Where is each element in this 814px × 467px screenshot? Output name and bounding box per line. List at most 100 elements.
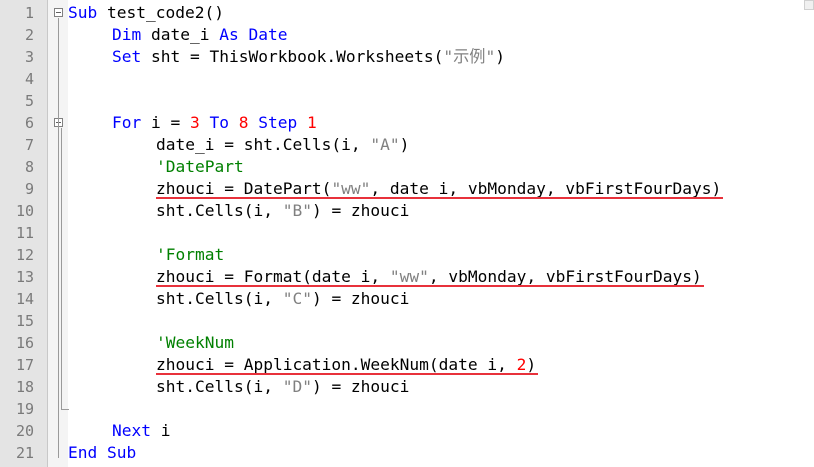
code-token-comment: 'WeekNum (156, 333, 234, 352)
code-token-plain: , date_i, vbMonday, vbFirstFourDays) (370, 179, 722, 198)
code-line[interactable]: 14 sht.Cells(i, "C") = zhouci (0, 288, 814, 310)
code-token-number: 1 (306, 113, 317, 132)
line-number: 8 (24, 158, 34, 176)
code-line[interactable]: 7 date_i = sht.Cells(i, "A") (0, 134, 814, 156)
code-token-keyword: Date (248, 25, 288, 44)
line-number: 16 (15, 334, 34, 352)
code-token-keyword: Step (258, 113, 298, 132)
line-number: 5 (24, 92, 34, 110)
code-token-keyword: Sub (107, 443, 137, 462)
code-text: sht.Cells(i, "D") = zhouci (156, 376, 409, 398)
code-text: Next i (112, 420, 170, 442)
code-text: Set sht = ThisWorkbook.Worksheets("示例") (112, 46, 505, 68)
code-token-plain: i (150, 421, 171, 440)
code-token-string: "A" (370, 135, 400, 154)
line-number: 1 (24, 4, 34, 22)
code-token-plain: zhouci = DatePart( (156, 179, 332, 198)
fold-collapse-icon[interactable] (54, 8, 63, 17)
code-token-string: "B" (282, 201, 312, 220)
code-line[interactable]: 4 (0, 68, 814, 90)
red-underline-annotation (156, 285, 704, 287)
code-token-plain: ) = zhouci (311, 377, 410, 396)
code-token-number: 2 (516, 355, 527, 374)
code-text: 'DatePart (156, 156, 244, 178)
line-number: 6 (24, 114, 34, 132)
line-number: 18 (15, 378, 34, 396)
code-token-number: 3 (189, 113, 200, 132)
code-line[interactable]: 15 (0, 310, 814, 332)
code-token-plain: sht.Cells(i, (156, 377, 283, 396)
code-token-keyword: Next (112, 421, 151, 440)
red-underline-annotation (156, 197, 723, 199)
outer-fold-guide-line (58, 18, 59, 458)
line-number: 20 (15, 422, 34, 440)
code-text: Sub test_code2() (68, 2, 224, 24)
line-number: 7 (24, 136, 34, 154)
code-line[interactable]: 21 End Sub (0, 442, 814, 464)
code-token-keyword: Set (112, 47, 142, 66)
line-number: 9 (24, 180, 34, 198)
code-editor[interactable]: 1 Sub test_code2() 2 Dim date_i As Date 3 Set… (0, 0, 814, 467)
line-number: 14 (15, 290, 34, 308)
code-token-plain: ) (399, 135, 410, 154)
code-line[interactable]: 13 zhouci = Format(date_i, "ww", vbMonday… (0, 266, 814, 288)
scrollbar-corner[interactable] (804, 0, 814, 10)
fold-end-marker (61, 398, 69, 410)
code-line[interactable]: 10 sht.Cells(i, "B") = zhouci (0, 200, 814, 222)
code-text: For i = 3 To 8 Step 1 (112, 112, 317, 134)
line-number: 11 (15, 224, 34, 242)
code-token-plain: ) = zhouci (311, 289, 410, 308)
line-number: 17 (15, 356, 34, 374)
code-token-plain: zhouci = Application.WeekNum(date_i, (156, 355, 517, 374)
code-token-keyword: To (209, 113, 229, 132)
code-line[interactable]: 3 Set sht = ThisWorkbook.Worksheets("示例") (0, 46, 814, 68)
code-text: sht.Cells(i, "C") = zhouci (156, 288, 409, 310)
code-token-plain: sht.Cells(i, (156, 201, 283, 220)
code-line[interactable]: 6 For i = 3 To 8 Step 1 (0, 112, 814, 134)
code-token-comment: 'Format (156, 245, 225, 264)
code-line[interactable]: 11 (0, 222, 814, 244)
code-line[interactable]: 16 'WeekNum (0, 332, 814, 354)
code-token-plain: date_i (141, 25, 220, 44)
code-token-string: "ww" (331, 179, 371, 198)
code-line[interactable]: 1 Sub test_code2() (0, 2, 814, 24)
code-line[interactable]: 2 Dim date_i As Date (0, 24, 814, 46)
code-token-keyword: For (112, 113, 142, 132)
code-text: date_i = sht.Cells(i, "A") (156, 134, 409, 156)
code-line[interactable]: 9 zhouci = DatePart("ww", date_i, vbMonda… (0, 178, 814, 200)
code-token-plain: test_code2() (97, 3, 224, 22)
code-token-plain: ) = zhouci (311, 201, 410, 220)
code-text: 'Format (156, 244, 224, 266)
code-token-keyword: As (219, 25, 239, 44)
code-line[interactable]: 5 (0, 90, 814, 112)
code-token-string: "ww" (389, 267, 429, 286)
code-line[interactable]: 20 Next i (0, 420, 814, 442)
code-line[interactable]: 12 'Format (0, 244, 814, 266)
line-number: 3 (24, 48, 34, 66)
line-number: 15 (15, 312, 34, 330)
code-text: 'WeekNum (156, 332, 234, 354)
code-token-string: "C" (282, 289, 312, 308)
code-line[interactable]: 8 'DatePart (0, 156, 814, 178)
line-number: 13 (15, 268, 34, 286)
code-token-plain: i = (141, 113, 190, 132)
line-number: 12 (15, 246, 34, 264)
code-token-plain: ) (526, 355, 537, 374)
red-underline-annotation (156, 373, 538, 375)
code-token-string: "示例" (443, 47, 496, 66)
code-token-string: "D" (282, 377, 312, 396)
code-token-keyword: End (68, 443, 98, 462)
code-token-plain: , vbMonday, vbFirstFourDays) (428, 267, 702, 286)
code-line[interactable]: 17 zhouci = Application.WeekNum(date_i, 2… (0, 354, 814, 376)
code-token-plain: date_i = sht.Cells(i, (156, 135, 371, 154)
code-line[interactable]: 19 (0, 398, 814, 420)
code-token-comment: 'DatePart (156, 157, 244, 176)
code-token-keyword: Dim (112, 25, 142, 44)
code-text: sht.Cells(i, "B") = zhouci (156, 200, 409, 222)
code-line[interactable]: 18 sht.Cells(i, "D") = zhouci (0, 376, 814, 398)
